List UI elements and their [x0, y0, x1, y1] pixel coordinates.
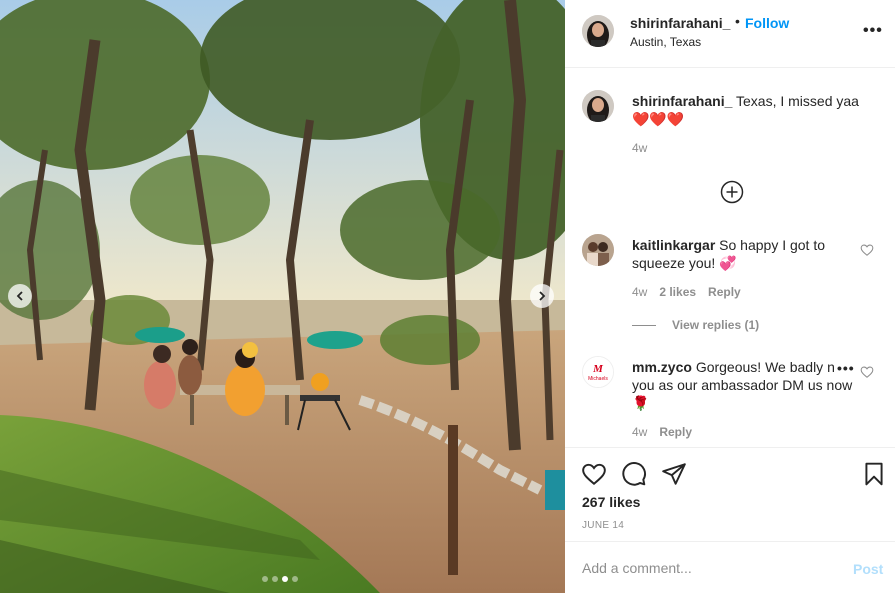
comment-composer: Post [565, 541, 895, 593]
photo-image [0, 0, 565, 593]
chevron-right-icon [539, 291, 546, 301]
carousel-dot [292, 576, 298, 582]
svg-text:M: M [592, 363, 604, 375]
view-replies-label: View replies (1) [672, 318, 760, 332]
post-photo[interactable] [0, 0, 565, 593]
post-date[interactable]: JUNE 14 [582, 520, 624, 531]
comment-likes[interactable]: 2 likes [659, 285, 696, 299]
like-heart-icon[interactable] [581, 461, 607, 487]
comment-username[interactable]: kaitlinkargar [632, 237, 715, 253]
avatar-image [582, 15, 614, 47]
post-side-panel: shirinfarahani_ • Follow Austin, Texas •… [565, 0, 895, 593]
bookmark-icon[interactable] [861, 461, 887, 487]
comment-time[interactable]: 4w [632, 285, 647, 299]
carousel-dot [272, 576, 278, 582]
avatar[interactable] [582, 234, 614, 266]
comment-username[interactable]: mm.zyco [632, 359, 692, 375]
heart-outline-icon[interactable] [860, 365, 874, 379]
avatar[interactable] [582, 90, 614, 122]
post-actions: 267 likes JUNE 14 [565, 447, 895, 541]
carousel-dot-active [282, 576, 288, 582]
view-replies-line [632, 324, 656, 326]
header-separator: • [735, 13, 740, 29]
caption-body: Texas, I missed yaa [736, 93, 859, 109]
carousel-dot [262, 576, 268, 582]
likes-count[interactable]: 267 likes [582, 494, 640, 510]
post-comment-button[interactable]: Post [853, 561, 883, 577]
caption-username[interactable]: shirinfarahani_ [632, 93, 732, 109]
share-send-icon[interactable] [661, 461, 687, 487]
comment-options-icon[interactable]: ••• [834, 360, 858, 376]
avatar-image [582, 90, 614, 122]
comment-emoji: 💞 [719, 255, 737, 271]
comment-time[interactable]: 4w [632, 425, 647, 439]
post-location[interactable]: Austin, Texas [630, 35, 701, 49]
caption-time[interactable]: 4w [632, 141, 647, 155]
post-author-username[interactable]: shirinfarahani_ [630, 15, 730, 31]
avatar-image [582, 234, 614, 266]
post-header: shirinfarahani_ • Follow Austin, Texas •… [565, 0, 895, 68]
load-more-comments-icon[interactable] [720, 180, 744, 204]
comment-meta: 4w 2 likes Reply [632, 285, 741, 299]
follow-button[interactable]: Follow [745, 15, 789, 31]
comment-bubble-icon[interactable] [621, 461, 647, 487]
carousel-prev-button[interactable] [8, 284, 32, 308]
comment-emoji: 🌹 [632, 395, 650, 411]
avatar-text: Michaels [588, 376, 608, 382]
chevron-left-icon [16, 291, 23, 301]
view-replies-button[interactable]: View replies (1) [632, 318, 759, 332]
avatar[interactable]: M Michaels [582, 356, 614, 388]
comment-meta: 4w Reply [632, 425, 692, 439]
caption-text: shirinfarahani_ Texas, I missed yaa ❤️❤️… [632, 92, 860, 128]
avatar[interactable] [582, 15, 614, 47]
comments-list: shirinfarahani_ Texas, I missed yaa ❤️❤️… [565, 68, 895, 447]
caption-meta: 4w [632, 141, 647, 155]
comment-text: mm.zyco Gorgeous! We badly need you as o… [632, 358, 860, 412]
comment-item: kaitlinkargar So happy I got to squeeze … [582, 234, 882, 304]
reply-button[interactable]: Reply [708, 285, 741, 299]
heart-outline-icon[interactable] [860, 243, 874, 257]
michaels-logo-icon: M Michaels [583, 357, 613, 387]
carousel-next-button[interactable] [530, 284, 554, 308]
comment-input[interactable] [582, 556, 832, 580]
caption: shirinfarahani_ Texas, I missed yaa ❤️❤️… [582, 90, 882, 160]
caption-emoji: ❤️❤️❤️ [632, 111, 685, 127]
more-horizontal-icon[interactable]: ••• [863, 22, 883, 40]
reply-button[interactable]: Reply [659, 425, 692, 439]
carousel-indicator [262, 576, 298, 582]
comment-text: kaitlinkargar So happy I got to squeeze … [632, 236, 860, 272]
